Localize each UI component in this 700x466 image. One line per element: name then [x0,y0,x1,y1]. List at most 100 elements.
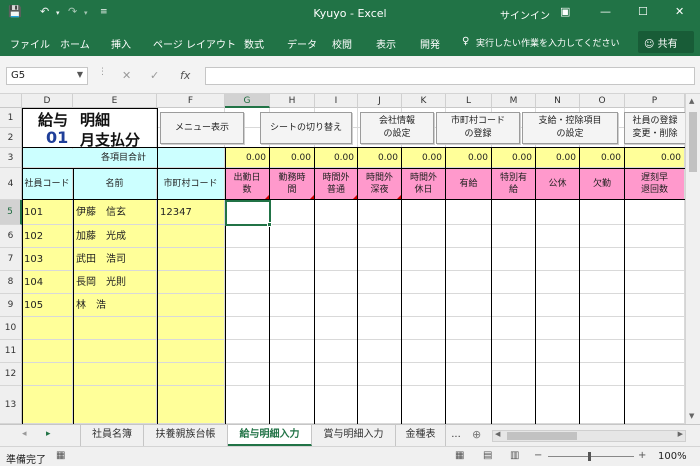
sheet-tab-bonus-input[interactable]: 賞与明細入力 [312,425,396,446]
column-header[interactable]: E [73,94,157,108]
grid-cell[interactable] [22,386,73,424]
grid-cell[interactable] [625,271,685,294]
total-value[interactable]: 0.00 [536,150,578,167]
grid-cell[interactable] [22,317,73,340]
total-value[interactable]: 0.00 [358,150,400,167]
total-value[interactable]: 0.00 [625,150,683,167]
menu-display-button[interactable]: メニュー表示 [160,112,244,144]
column-header[interactable]: O [580,94,625,108]
grid-cell[interactable] [492,248,536,271]
grid-cell[interactable] [225,386,270,424]
grid-cell[interactable] [358,225,402,248]
page-break-view-icon[interactable]: ▥ [510,450,519,461]
vertical-scrollbar[interactable]: ▲ ▼ [685,94,700,424]
grid-cell[interactable] [270,248,315,271]
grid-cell[interactable] [225,363,270,386]
column-header[interactable]: I [315,94,358,108]
tab-data[interactable]: データ [287,36,317,51]
grid-cell[interactable] [270,386,315,424]
row-header[interactable]: 9 [0,294,22,317]
employee-code[interactable]: 103 [24,248,43,271]
close-icon[interactable]: ✕ [675,5,684,18]
grid-cell[interactable] [270,363,315,386]
page-layout-view-icon[interactable]: ▤ [483,450,492,461]
column-header[interactable]: P [625,94,685,108]
grid-cell[interactable] [315,200,358,225]
column-header[interactable]: M [492,94,536,108]
splitter-icon[interactable]: ⋮ [98,67,107,77]
grid-cell[interactable] [157,386,225,424]
select-all-corner[interactable] [0,94,22,108]
scroll-down-icon[interactable]: ▼ [689,412,694,420]
total-value[interactable]: 0.00 [492,150,534,167]
grid-cell[interactable] [358,200,402,225]
grid-cell[interactable] [625,363,685,386]
zoom-slider[interactable] [548,456,634,457]
grid-cell[interactable] [157,248,225,271]
employee-name[interactable]: 武田 浩司 [76,248,126,271]
tell-me-search[interactable]: 実行したい作業を入力してください [476,36,619,49]
grid-cell[interactable] [315,386,358,424]
grid-cell[interactable] [580,340,625,363]
grid-cell[interactable] [536,363,580,386]
grid-cell[interactable] [358,271,402,294]
fill-handle[interactable] [267,222,272,227]
grid-cell[interactable] [225,271,270,294]
grid-cell[interactable] [358,248,402,271]
grid-cell[interactable] [402,271,446,294]
worksheet-grid[interactable]: D E F G H I J K L M N O P 1 2 3 4 5 6 7 8 9 10 11 12 13 給与 明細 01 月支払分… [0,94,685,424]
grid-cell[interactable] [580,317,625,340]
grid-cell[interactable] [536,317,580,340]
grid-cell[interactable] [625,225,685,248]
employee-name[interactable]: 林 浩 [76,294,106,317]
tab-formulas[interactable]: 数式 [244,36,264,51]
formula-input[interactable] [205,67,695,85]
grid-cell[interactable] [358,294,402,317]
zoom-out-icon[interactable]: − [534,450,542,461]
grid-cell[interactable] [225,340,270,363]
grid-cell[interactable] [270,294,315,317]
grid-cell[interactable] [315,340,358,363]
grid-cell[interactable] [358,317,402,340]
sheet-tab-denomination[interactable]: 金種表 [396,425,446,446]
grid-cell[interactable] [492,340,536,363]
grid-cell[interactable] [536,200,580,225]
employee-code[interactable]: 101 [24,200,43,225]
scroll-left-icon[interactable]: ◀ [495,430,500,438]
grid-cell[interactable] [402,294,446,317]
grid-cell[interactable] [446,363,492,386]
grid-cell[interactable] [157,271,225,294]
macro-record-icon[interactable]: ▦ [56,450,65,461]
grid-cell[interactable] [446,340,492,363]
grid-cell[interactable] [315,294,358,317]
grid-cell[interactable] [580,271,625,294]
grid-cell[interactable] [580,248,625,271]
grid-cell[interactable] [157,317,225,340]
column-header[interactable]: D [22,94,73,108]
grid-cell[interactable] [492,200,536,225]
row-header[interactable]: 8 [0,271,22,294]
column-header[interactable]: N [536,94,580,108]
grid-cell[interactable] [492,363,536,386]
total-value[interactable]: 0.00 [315,150,356,167]
grid-cell[interactable] [625,200,685,225]
employee-code[interactable]: 105 [24,294,43,317]
grid-cell[interactable] [446,317,492,340]
grid-cell[interactable] [270,317,315,340]
grid-cell[interactable] [315,248,358,271]
grid-cell[interactable] [625,248,685,271]
grid-cell[interactable] [536,225,580,248]
city-code-button[interactable]: 市町村コード の登録 [436,112,520,144]
grid-cell[interactable] [73,317,157,340]
row-header[interactable]: 4 [0,168,22,200]
grid-cell[interactable] [446,294,492,317]
grid-cell[interactable] [492,271,536,294]
row-header[interactable]: 5 [0,200,22,225]
grid-cell[interactable] [536,340,580,363]
grid-cell[interactable] [536,271,580,294]
grid-cell[interactable] [580,225,625,248]
grid-cell[interactable] [402,225,446,248]
grid-cell[interactable] [73,363,157,386]
column-header[interactable]: K [402,94,446,108]
grid-cell[interactable] [402,340,446,363]
